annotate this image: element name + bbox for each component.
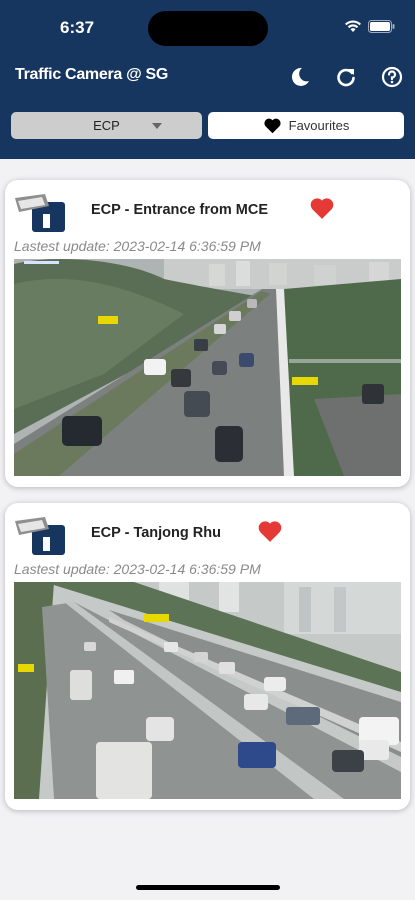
help-button[interactable] bbox=[379, 64, 405, 90]
app-header: 6:37 Traffic Camera @ SG ECP Favourites bbox=[0, 0, 415, 159]
chevron-down-icon bbox=[152, 123, 162, 129]
traffic-camera-icon bbox=[15, 194, 65, 232]
home-indicator bbox=[136, 885, 280, 890]
camera-title: ECP - Entrance from MCE bbox=[91, 202, 268, 218]
refresh-button[interactable] bbox=[333, 64, 359, 90]
camera-title: ECP - Tanjong Rhu bbox=[91, 525, 221, 541]
dark-mode-button[interactable] bbox=[287, 64, 313, 90]
status-time: 6:37 bbox=[60, 18, 95, 37]
camera-card[interactable]: ECP - Tanjong Rhu Lastest update: 2023-0… bbox=[5, 503, 410, 810]
favourite-heart-icon[interactable] bbox=[309, 196, 335, 220]
app-title: Traffic Camera @ SG bbox=[15, 66, 169, 83]
help-icon bbox=[381, 66, 403, 88]
favourites-button[interactable]: Favourites bbox=[208, 112, 404, 139]
dynamic-island bbox=[148, 11, 268, 46]
status-icons bbox=[344, 19, 395, 33]
last-update-text: Lastest update: 2023-02-14 6:36:59 PM bbox=[14, 561, 261, 577]
traffic-camera-icon bbox=[15, 517, 65, 555]
refresh-icon bbox=[337, 68, 355, 87]
dropdown-selected-value: ECP bbox=[93, 118, 120, 133]
favourites-label: Favourites bbox=[288, 118, 350, 133]
camera-image[interactable] bbox=[14, 582, 401, 799]
favourite-heart-icon[interactable] bbox=[257, 519, 283, 543]
last-update-text: Lastest update: 2023-02-14 6:36:59 PM bbox=[14, 238, 261, 254]
camera-image[interactable] bbox=[14, 259, 401, 476]
moon-icon bbox=[291, 67, 309, 86]
camera-card[interactable]: ECP - Entrance from MCE Lastest update: … bbox=[5, 180, 410, 487]
battery-icon bbox=[368, 19, 395, 33]
wifi-icon bbox=[345, 20, 361, 32]
expressway-dropdown[interactable]: ECP bbox=[11, 112, 202, 139]
heart-icon bbox=[264, 118, 281, 134]
